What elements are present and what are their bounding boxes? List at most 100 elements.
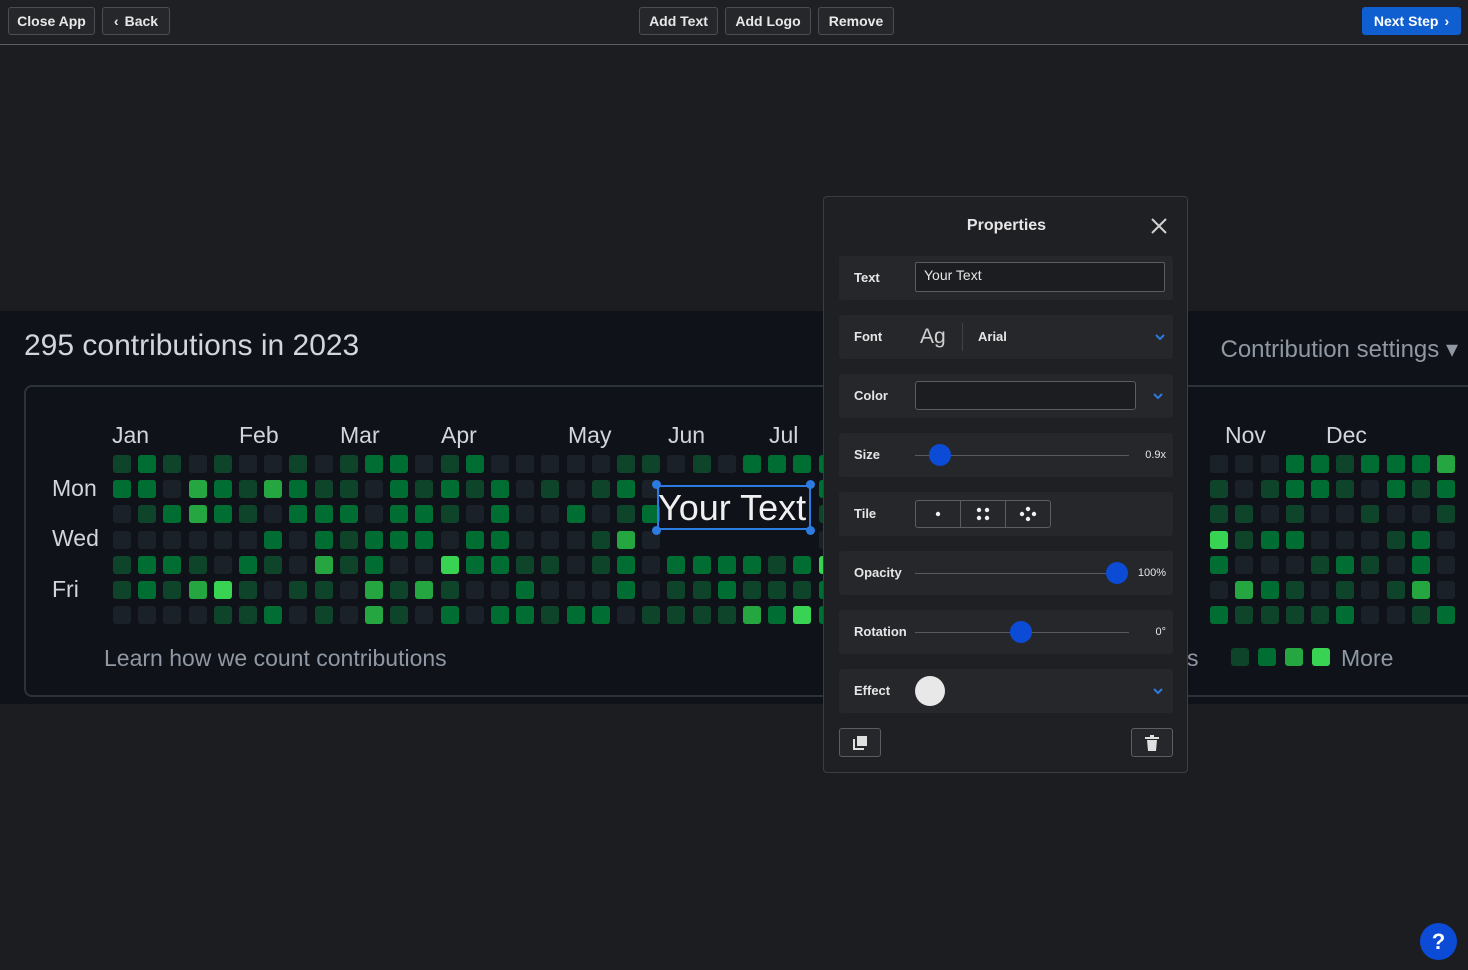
contribution-cell <box>415 606 433 624</box>
chevron-down-icon[interactable] <box>1151 684 1165 698</box>
contribution-cell <box>1437 581 1455 599</box>
resize-handle[interactable] <box>652 480 661 489</box>
contribution-cell <box>466 505 484 523</box>
effect-row: Effect <box>839 669 1173 713</box>
resize-handle[interactable] <box>806 480 815 489</box>
contribution-cell <box>214 531 232 549</box>
contribution-cell <box>441 556 459 574</box>
contribution-cell <box>289 480 307 498</box>
contribution-cell <box>567 556 585 574</box>
four-dots-icon[interactable] <box>961 501 1006 527</box>
month-label: Apr <box>441 422 477 448</box>
contribution-cell <box>567 480 585 498</box>
contribution-cell <box>315 581 333 599</box>
resize-handle[interactable] <box>806 526 815 535</box>
contribution-cell <box>592 606 610 624</box>
size-slider-knob[interactable] <box>929 444 951 466</box>
contribution-cell <box>541 606 559 624</box>
contribution-cell <box>189 505 207 523</box>
contribution-cell <box>1261 455 1279 473</box>
month-label: Dec <box>1326 422 1367 448</box>
properties-title: Properties <box>966 217 1047 234</box>
opacity-slider-knob[interactable] <box>1106 562 1128 584</box>
contribution-cell <box>214 606 232 624</box>
contribution-cell <box>541 480 559 498</box>
contribution-cell <box>567 505 585 523</box>
contribution-cell <box>1387 531 1405 549</box>
contribution-cell <box>315 531 333 549</box>
contribution-cell <box>642 581 660 599</box>
contribution-cell <box>1412 531 1430 549</box>
contribution-cell <box>793 581 811 599</box>
opacity-row: Opacity 100% <box>839 551 1173 595</box>
contribution-cell <box>1412 556 1430 574</box>
contribution-cell <box>1286 531 1304 549</box>
help-button[interactable]: ? <box>1420 923 1457 960</box>
color-field[interactable] <box>915 381 1136 410</box>
close-app-button[interactable]: Close App <box>8 7 95 35</box>
contribution-cell <box>1437 606 1455 624</box>
contribution-cell <box>743 581 761 599</box>
font-row: Font Ag Arial <box>839 315 1173 359</box>
contribution-cell <box>693 556 711 574</box>
contribution-cell <box>415 531 433 549</box>
contribution-cell <box>743 455 761 473</box>
delete-button[interactable] <box>1131 728 1173 757</box>
contribution-cell <box>1437 480 1455 498</box>
chevron-down-icon[interactable] <box>1151 389 1165 403</box>
add-logo-button[interactable]: Add Logo <box>725 7 811 35</box>
contribution-cell <box>163 505 181 523</box>
contribution-cell <box>617 531 635 549</box>
opacity-slider-track[interactable] <box>915 573 1115 574</box>
contribution-cell <box>567 531 585 549</box>
selection-box[interactable] <box>657 485 811 530</box>
contribution-cell <box>642 556 660 574</box>
remove-button[interactable]: Remove <box>818 7 894 35</box>
contribution-cell <box>768 455 786 473</box>
contribution-cell <box>1311 455 1329 473</box>
contribution-cell <box>592 455 610 473</box>
add-text-button[interactable]: Add Text <box>639 7 718 35</box>
month-label: Jun <box>668 422 706 448</box>
contribution-settings-label: Contribution settings ▾ <box>1220 336 1458 363</box>
contribution-cell <box>667 606 685 624</box>
chevron-down-icon[interactable] <box>1153 330 1167 344</box>
contribution-cell <box>592 480 610 498</box>
contribution-cell <box>415 556 433 574</box>
close-icon[interactable] <box>1148 215 1170 237</box>
contribution-cell <box>541 505 559 523</box>
contribution-cell <box>113 505 131 523</box>
contribution-cell <box>592 531 610 549</box>
contribution-cell <box>1311 505 1329 523</box>
contribution-cell <box>1235 606 1253 624</box>
contribution-cell <box>365 480 383 498</box>
contribution-cell <box>163 581 181 599</box>
effect-swatch[interactable] <box>915 676 945 706</box>
next-step-button[interactable]: Next Step › <box>1362 7 1461 35</box>
rotation-slider-knob[interactable] <box>1010 621 1032 643</box>
contributions-title: 295 contributions in 2023 <box>24 329 360 362</box>
learn-contributions-link[interactable]: Learn how we count contributions <box>104 645 447 672</box>
legend-less-fragment: s <box>1187 645 1199 671</box>
opacity-value: 100% <box>1137 567 1166 579</box>
duplicate-button[interactable] <box>839 728 881 757</box>
back-button[interactable]: ‹ Back <box>102 7 170 35</box>
font-select[interactable]: Arial <box>978 315 1007 359</box>
contribution-cell <box>1336 606 1354 624</box>
rotation-label: Rotation <box>854 624 907 639</box>
contribution-cell <box>390 455 408 473</box>
scatter-dots-icon[interactable] <box>1006 501 1050 527</box>
contribution-cell <box>441 606 459 624</box>
contribution-cell <box>214 480 232 498</box>
contribution-cell <box>1437 505 1455 523</box>
contribution-cell <box>793 606 811 624</box>
text-input[interactable]: Your Text <box>915 262 1165 292</box>
contribution-cell <box>289 455 307 473</box>
tile-row: Tile <box>839 492 1173 536</box>
contribution-cell <box>592 505 610 523</box>
resize-handle[interactable] <box>652 526 661 535</box>
single-dot-icon[interactable] <box>916 501 961 527</box>
contribution-cell <box>1261 480 1279 498</box>
contribution-cell <box>768 581 786 599</box>
day-label: Mon <box>52 475 97 501</box>
